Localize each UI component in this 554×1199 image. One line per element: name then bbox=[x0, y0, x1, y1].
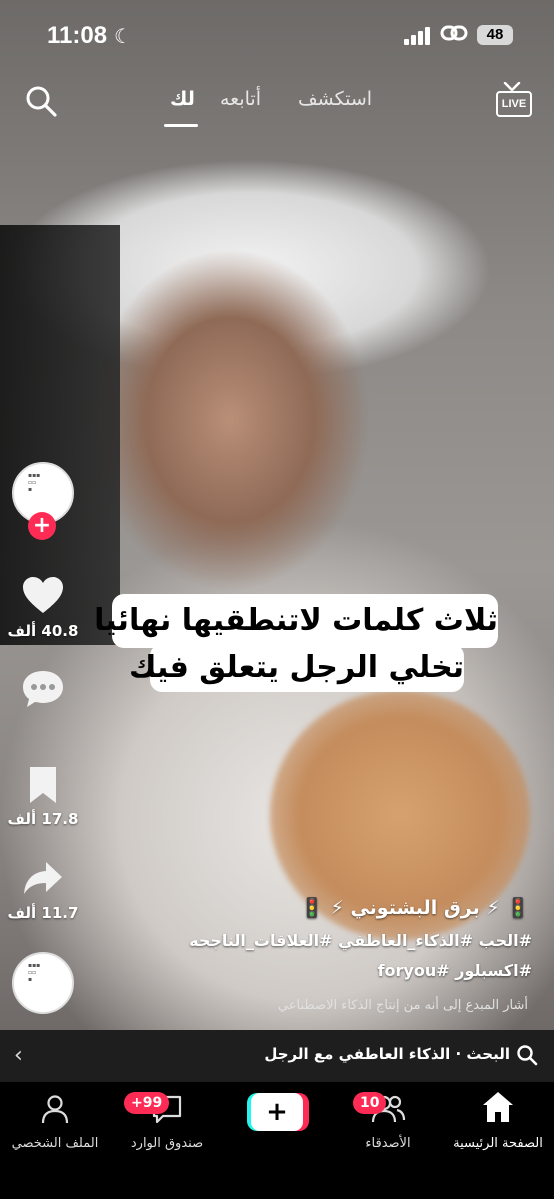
profile-icon bbox=[41, 1095, 69, 1124]
author-name[interactable]: 🚦 ⚡ برق البشتوني ⚡ 🚦 bbox=[300, 896, 530, 919]
inbox-badge: +99 bbox=[124, 1092, 170, 1114]
share-icon[interactable] bbox=[22, 860, 64, 898]
comment-icon[interactable] bbox=[21, 668, 65, 710]
moon-icon: ☾ bbox=[114, 24, 132, 48]
bookmark-icon[interactable] bbox=[26, 765, 60, 805]
nav-profile-label: الملف الشخصي bbox=[11, 1136, 99, 1151]
music-disc[interactable]: ▪▪▪ ▫▫ ▪ bbox=[12, 952, 74, 1014]
hashtags-line-2[interactable]: #اكسبلور #foryou bbox=[378, 961, 532, 980]
hashtags-line-1[interactable]: #الحب #الذكاء_العاطفي #العلاقات_الناجحه bbox=[189, 931, 532, 950]
follow-button[interactable]: + bbox=[28, 512, 56, 540]
music-disc-image: ▪▪▪ ▫▫ ▪ bbox=[28, 962, 41, 983]
live-label: LIVE bbox=[496, 91, 532, 117]
search-suggestion-text: البحث · الذكاء العاطفي مع الرجل bbox=[264, 1045, 510, 1063]
personal-hotspot-icon bbox=[440, 25, 468, 41]
caption-line-1: ثلاث كلمات لاتنطقيها نهائيا bbox=[94, 594, 498, 648]
search-suggestion-bar[interactable]: ‹ البحث · الذكاء العاطفي مع الرجل bbox=[0, 1030, 554, 1082]
shares-count: 11.7 ألف bbox=[7, 904, 79, 922]
plus-icon: + bbox=[251, 1093, 303, 1131]
bookmarks-count: 17.8 ألف bbox=[7, 810, 79, 828]
avatar-image: ▪▪▪ ▫▫ ▪ bbox=[28, 472, 41, 493]
signal-icon bbox=[404, 27, 434, 45]
friends-badge: 10 bbox=[353, 1092, 387, 1114]
status-bar: 11:08 ☾ 48 bbox=[0, 0, 554, 62]
top-navigation: لك أتابعه استكشف LIVE bbox=[0, 80, 554, 130]
likes-count: 40.8 ألف bbox=[7, 622, 79, 640]
search-icon bbox=[517, 1045, 538, 1066]
battery-indicator: 48 bbox=[477, 25, 513, 45]
status-time: 11:08 bbox=[47, 22, 108, 49]
create-button[interactable]: + bbox=[247, 1093, 309, 1131]
ai-generated-note: أشار المبدع إلى أنه من إنتاج الذكاء الاص… bbox=[277, 998, 528, 1013]
nav-friends-label: الأصدقاء bbox=[365, 1136, 411, 1151]
active-tab-indicator bbox=[164, 124, 198, 127]
chevron-left-icon: ‹ bbox=[14, 1043, 23, 1068]
tab-explore[interactable]: استكشف bbox=[298, 88, 372, 110]
tab-for-you[interactable]: لك bbox=[170, 88, 195, 110]
nav-home-label: الصفحة الرئيسية bbox=[453, 1136, 543, 1151]
caption-line-2: تخلي الرجل يتعلق فيك bbox=[129, 644, 464, 692]
home-icon bbox=[483, 1092, 513, 1122]
nav-inbox-label: صندوق الوارد bbox=[130, 1136, 204, 1151]
heart-icon[interactable] bbox=[21, 575, 65, 615]
live-button[interactable]: LIVE bbox=[494, 82, 534, 118]
video-player[interactable] bbox=[0, 0, 554, 1030]
tab-following[interactable]: أتابعه bbox=[220, 88, 261, 110]
search-icon[interactable] bbox=[24, 84, 58, 118]
